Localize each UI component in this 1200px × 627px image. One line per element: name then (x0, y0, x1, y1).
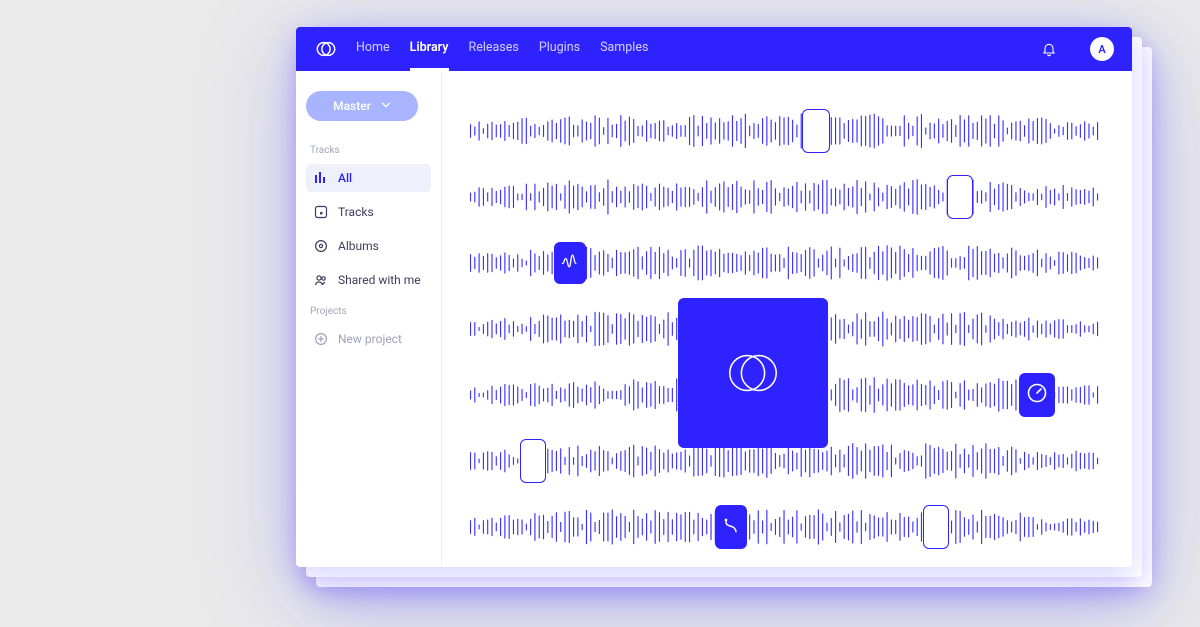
disc-icon (314, 239, 328, 253)
wave-row[interactable] (470, 509, 1104, 545)
bars-icon (314, 171, 328, 185)
waveform-grid (442, 71, 1132, 567)
track-chip-outline[interactable] (802, 109, 830, 153)
nav-label: Home (356, 40, 390, 55)
sidebar-item-albums[interactable]: Albums (306, 232, 431, 260)
nav-label: Library (410, 40, 449, 55)
notifications-icon[interactable] (1040, 40, 1058, 58)
master-button[interactable]: Master (306, 91, 418, 121)
avatar-initial: A (1098, 43, 1105, 56)
topbar: Home Library Releases Plugins Samples A (296, 27, 1132, 71)
sidebar-item-label: Tracks (338, 205, 374, 219)
hero-tile[interactable] (678, 298, 828, 448)
sidebar-section-projects: Projects (306, 304, 431, 319)
app-body: Master Tracks All Tracks (296, 71, 1132, 567)
track-chip-outline[interactable] (923, 505, 949, 549)
sidebar: Master Tracks All Tracks (296, 71, 442, 567)
sidebar-item-shared[interactable]: Shared with me (306, 266, 431, 294)
wave-row[interactable] (470, 113, 1104, 149)
track-chip-filled[interactable] (554, 242, 586, 284)
wave-row[interactable] (470, 443, 1104, 479)
main-nav: Home Library Releases Plugins Samples (356, 27, 648, 71)
curve-icon (721, 515, 741, 539)
sidebar-item-label: Albums (338, 239, 379, 253)
nav-plugins[interactable]: Plugins (539, 27, 580, 71)
nav-releases[interactable]: Releases (469, 27, 519, 71)
nav-home[interactable]: Home (356, 27, 390, 71)
nav-label: Plugins (539, 40, 580, 55)
sidebar-item-all[interactable]: All (306, 164, 431, 192)
pulse-icon (560, 251, 580, 275)
sidebar-section-tracks: Tracks (306, 143, 431, 158)
avatar[interactable]: A (1090, 37, 1114, 61)
people-icon (314, 273, 328, 287)
window-stack: Home Library Releases Plugins Samples A … (296, 27, 1132, 567)
gauge-icon (1025, 381, 1049, 409)
sidebar-item-tracks[interactable]: Tracks (306, 198, 431, 226)
plus-circle-icon (314, 332, 328, 346)
app-window: Home Library Releases Plugins Samples A … (296, 27, 1132, 567)
nav-label: Releases (469, 40, 519, 55)
track-chip-filled[interactable] (1019, 373, 1055, 417)
app-logo-icon[interactable] (314, 37, 338, 61)
sidebar-item-label: All (338, 171, 352, 185)
wave-row[interactable] (470, 179, 1104, 215)
track-chip-outline[interactable] (947, 175, 973, 219)
nav-library[interactable]: Library (410, 27, 449, 71)
nav-label: Samples (600, 40, 648, 55)
track-chip-outline[interactable] (520, 439, 546, 483)
sidebar-item-label: New project (338, 332, 402, 346)
music-note-icon (314, 205, 328, 219)
nav-samples[interactable]: Samples (600, 27, 648, 71)
sidebar-item-label: Shared with me (338, 273, 421, 287)
chevron-down-icon (381, 99, 391, 113)
track-chip-filled[interactable] (715, 505, 747, 549)
master-label: Master (333, 99, 371, 113)
sidebar-item-new-project[interactable]: New project (306, 325, 431, 353)
